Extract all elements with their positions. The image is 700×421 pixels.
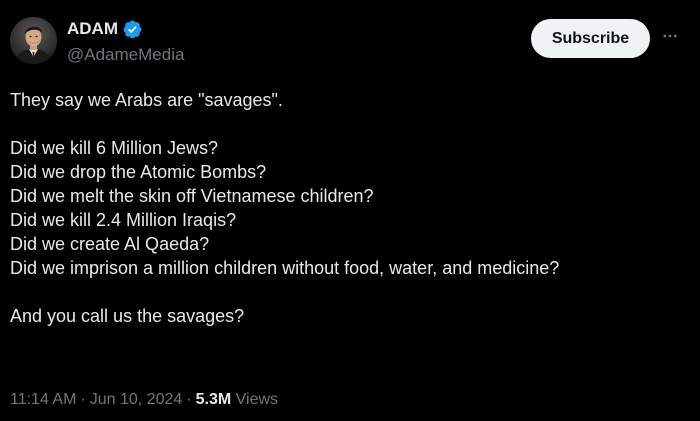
- tweet-question-line: Did we imprison a million children witho…: [10, 258, 560, 278]
- more-horizontal-icon: [663, 34, 677, 38]
- tweet-question-line: Did we create Al Qaeda?: [10, 234, 210, 254]
- tweet-meta: 11:14 AM · Jun 10, 2024 · 5.3M Views: [10, 389, 278, 411]
- tweet-question-line: Did we kill 2.4 Million Iraqis?: [10, 210, 237, 230]
- tweet-closing-line: And you call us the savages?: [10, 306, 245, 326]
- meta-separator: ·: [186, 391, 192, 408]
- tweet-time[interactable]: 11:14 AM: [10, 391, 76, 408]
- views-label: Views: [235, 391, 279, 408]
- subscribe-button[interactable]: Subscribe: [531, 19, 650, 58]
- profile-avatar[interactable]: [10, 17, 57, 64]
- tweet-card: ADAM @AdameMedia Subscribe They say we A…: [0, 0, 700, 421]
- author-name-row: ADAM: [67, 18, 143, 40]
- views-count[interactable]: 5.3M: [196, 391, 232, 408]
- meta-separator: ·: [80, 391, 86, 408]
- tweet-question-line: Did we drop the Atomic Bombs?: [10, 162, 267, 182]
- tweet-text: They say we Arabs are "savages". Did we …: [10, 88, 690, 328]
- tweet-question-line: Did we melt the skin off Vietnamese chil…: [10, 186, 374, 206]
- tweet-question-line: Did we kill 6 Million Jews?: [10, 138, 219, 158]
- tweet-opening-line: They say we Arabs are "savages".: [10, 90, 283, 110]
- tweet-date[interactable]: Jun 10, 2024: [90, 391, 183, 408]
- verified-badge-icon[interactable]: [122, 19, 143, 40]
- more-options-button[interactable]: [658, 24, 682, 48]
- author-display-name[interactable]: ADAM: [67, 18, 118, 40]
- author-handle[interactable]: @AdameMedia: [67, 44, 184, 66]
